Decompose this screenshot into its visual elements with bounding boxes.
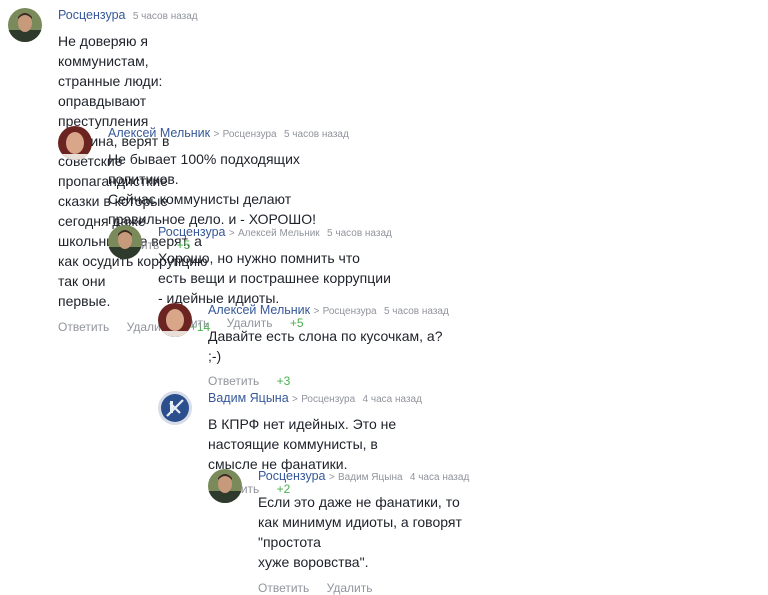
reply-button[interactable]: Ответить <box>258 581 309 595</box>
man-portrait-avatar[interactable] <box>8 8 42 42</box>
comment-text: В КПРФ нет идейных. Это не настоящие ком… <box>208 414 422 474</box>
comment-text-line: Не бывает 100% подходящих политиков. <box>108 151 300 187</box>
reply-to-author-link[interactable]: Алексей Мельник <box>238 228 320 239</box>
comment-timestamp[interactable]: 5 часов назад <box>133 11 198 22</box>
comment-author-link[interactable]: Росцензура <box>258 469 325 483</box>
comment-text: Если это даже не фанатики, то как миниму… <box>258 492 469 572</box>
reply-to-arrow: > <box>328 472 335 483</box>
comment-author-link[interactable]: Вадим Яцына <box>208 391 289 405</box>
comment-author-link[interactable]: Алексей Мельник <box>208 303 310 317</box>
reply-to-author-link[interactable]: Росцензура <box>223 129 277 140</box>
reply-to-arrow: > <box>228 228 235 239</box>
reply-to-author-link[interactable]: Росцензура <box>301 394 355 405</box>
comment-text-line: Давайте есть слона по кусочкам, а? ;-) <box>208 328 443 364</box>
comment-text-line: В КПРФ нет идейных. Это не настоящие ком… <box>208 416 397 472</box>
comment-timestamp[interactable]: 5 часов назад <box>284 129 349 140</box>
comment-text-line: хуже воровства". <box>258 554 369 570</box>
comment-text-line: Сейчас коммунисты делают правильное дело… <box>108 191 317 227</box>
comment-text: Хорошо, но нужно помнить что есть вещи и… <box>158 248 392 308</box>
bald-man-avatar[interactable] <box>58 126 92 160</box>
reply-to-author-link[interactable]: Росцензура <box>323 306 377 317</box>
comment-score: +3 <box>276 374 291 388</box>
reply-to-arrow: > <box>213 129 220 140</box>
reply-to-arrow: > <box>292 394 298 405</box>
comment-author-link[interactable]: Алексей Мельник <box>108 126 210 140</box>
man-portrait-avatar[interactable] <box>108 225 142 259</box>
reply-to-arrow: > <box>313 306 320 317</box>
comment-timestamp[interactable]: 5 часов назад <box>384 306 449 317</box>
comment-text-line: Хорошо, но нужно помнить что есть вещи и… <box>158 250 391 306</box>
reply-to-author-link[interactable]: Вадим Яцына <box>338 472 403 483</box>
comment-author-link[interactable]: Росцензура <box>58 8 125 22</box>
reply-button[interactable]: Ответить <box>208 374 259 388</box>
comment-timestamp[interactable]: 5 часов назад <box>327 228 392 239</box>
comment-text: Давайте есть слона по кусочкам, а? ;-) <box>208 326 449 366</box>
delete-button[interactable]: Удалить <box>327 581 373 595</box>
man-portrait-avatar[interactable] <box>208 469 242 503</box>
comment-author-link[interactable]: Росцензура <box>158 225 225 239</box>
comment-timestamp[interactable]: 4 часа назад <box>363 394 422 405</box>
reply-button[interactable]: Ответить <box>58 320 109 334</box>
blue-logo-avatar[interactable] <box>158 391 192 425</box>
comment-text: Не бывает 100% подходящих политиков. Сей… <box>108 149 349 229</box>
bald-man-avatar[interactable] <box>158 303 192 337</box>
comment-timestamp[interactable]: 4 часа назад <box>410 472 469 483</box>
comment-text-line: Если это даже не фанатики, то как миниму… <box>258 494 462 550</box>
